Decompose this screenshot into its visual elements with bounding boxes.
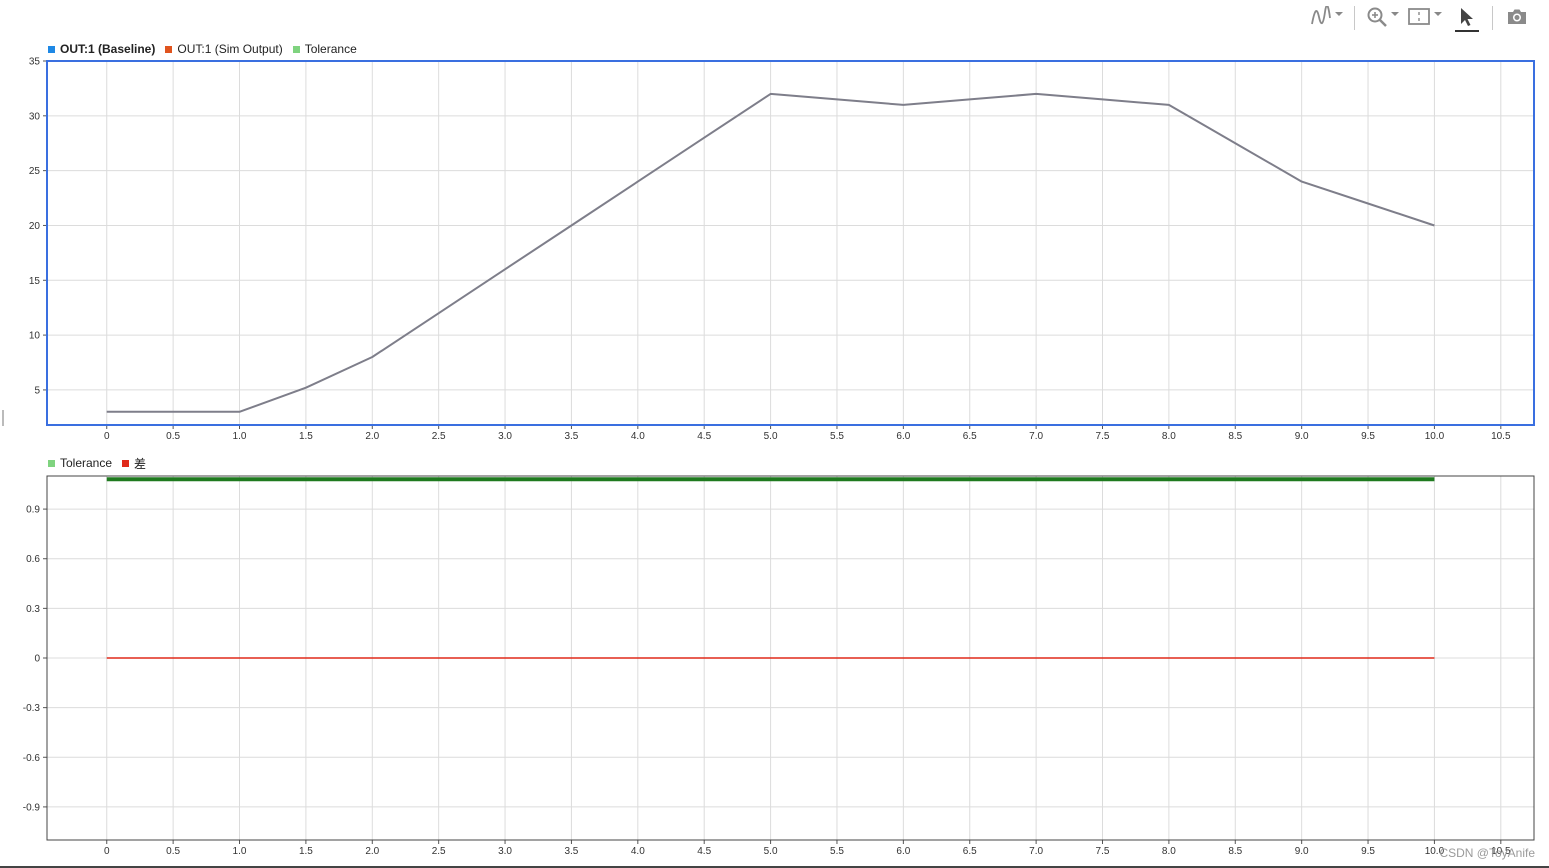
x-tick-label: 3.0 bbox=[498, 846, 512, 857]
x-tick-label: 8.5 bbox=[1228, 846, 1242, 857]
x-tick-label: 10.0 bbox=[1425, 431, 1445, 442]
x-tick-label: 4.0 bbox=[631, 846, 645, 857]
comparison-charts: 0 0.5 1.0 1.5 2.0 2.5 3.0 3.5 4.0 4.5 5.0 5.5 6.0 6.5… bbox=[23, 57, 1535, 857]
x-tick-label: 3.0 bbox=[498, 431, 512, 442]
y-tick-label: 35 bbox=[29, 57, 41, 68]
y-tick-label: 0.9 bbox=[26, 505, 40, 516]
x-tick-label: 1.5 bbox=[299, 846, 313, 857]
x-tick-label: 6.0 bbox=[896, 431, 910, 442]
y-tick-label: -0.3 bbox=[23, 703, 41, 714]
x-tick-label: 0 bbox=[104, 431, 110, 442]
y-tick-label: -0.9 bbox=[23, 802, 41, 813]
x-tick-label: 9.5 bbox=[1361, 431, 1375, 442]
x-tick-label: 5.0 bbox=[764, 846, 778, 857]
x-tick-label: 5.5 bbox=[830, 846, 844, 857]
x-tick-label: 2.0 bbox=[365, 846, 379, 857]
x-tick-label: 4.5 bbox=[697, 846, 711, 857]
signal-plot[interactable]: 0 0.5 1.0 1.5 2.0 2.5 3.0 3.5 4.0 4.5 5.0 5.5 6.0 6.5… bbox=[29, 57, 1535, 443]
x-tick-label: 6.5 bbox=[963, 431, 977, 442]
x-tick-label: 5.0 bbox=[764, 431, 778, 442]
x-tick-label: 7.5 bbox=[1096, 431, 1110, 442]
y-tick-label: 0 bbox=[34, 654, 40, 665]
x-tick-label: 6.5 bbox=[963, 846, 977, 857]
x-tick-label: 0.5 bbox=[166, 431, 180, 442]
x-tick-label: 4.0 bbox=[631, 431, 645, 442]
x-tick-label: 1.5 bbox=[299, 431, 313, 442]
x-tick-label: 0.5 bbox=[166, 846, 180, 857]
x-tick-label: 8.5 bbox=[1228, 431, 1242, 442]
y-tick-label: 25 bbox=[29, 166, 41, 177]
x-tick-label: 4.5 bbox=[697, 431, 711, 442]
watermark-text: CSDN @ToyAnife bbox=[1439, 846, 1535, 860]
x-tick-label: 8.0 bbox=[1162, 846, 1176, 857]
x-tick-label: 9.0 bbox=[1295, 846, 1309, 857]
x-tick-label: 2.0 bbox=[365, 431, 379, 442]
x-tick-label: 1.0 bbox=[233, 846, 247, 857]
y-tick-label: 30 bbox=[29, 111, 41, 122]
difference-plot[interactable]: 0 0.5 1.0 1.5 2.0 2.5 3.0 3.5 4.0 4.5 5.0 5.5 6.0 6.5… bbox=[23, 475, 1535, 857]
x-tick-label: 7.0 bbox=[1029, 846, 1043, 857]
x-tick-label: 3.5 bbox=[564, 431, 578, 442]
x-tick-label: 2.5 bbox=[432, 431, 446, 442]
y-tick-label: 20 bbox=[29, 221, 41, 232]
x-tick-label: 7.0 bbox=[1029, 431, 1043, 442]
x-tick-label: 0 bbox=[104, 846, 110, 857]
x-tick-label: 9.0 bbox=[1295, 431, 1309, 442]
x-tick-label: 1.0 bbox=[233, 431, 247, 442]
x-tick-label: 5.5 bbox=[830, 431, 844, 442]
y-tick-label: 15 bbox=[29, 276, 41, 287]
x-tick-label: 7.5 bbox=[1096, 846, 1110, 857]
y-tick-label: 0.3 bbox=[26, 604, 40, 615]
y-tick-label: -0.6 bbox=[23, 753, 41, 764]
x-tick-label: 3.5 bbox=[564, 846, 578, 857]
y-tick-label: 10 bbox=[29, 331, 41, 342]
x-tick-label: 8.0 bbox=[1162, 431, 1176, 442]
x-tick-label: 9.5 bbox=[1361, 846, 1375, 857]
x-tick-label: 2.5 bbox=[432, 846, 446, 857]
x-tick-label: 6.0 bbox=[896, 846, 910, 857]
y-tick-label: 5 bbox=[34, 385, 40, 396]
y-tick-label: 0.6 bbox=[26, 554, 40, 565]
x-tick-label: 10.5 bbox=[1491, 431, 1511, 442]
